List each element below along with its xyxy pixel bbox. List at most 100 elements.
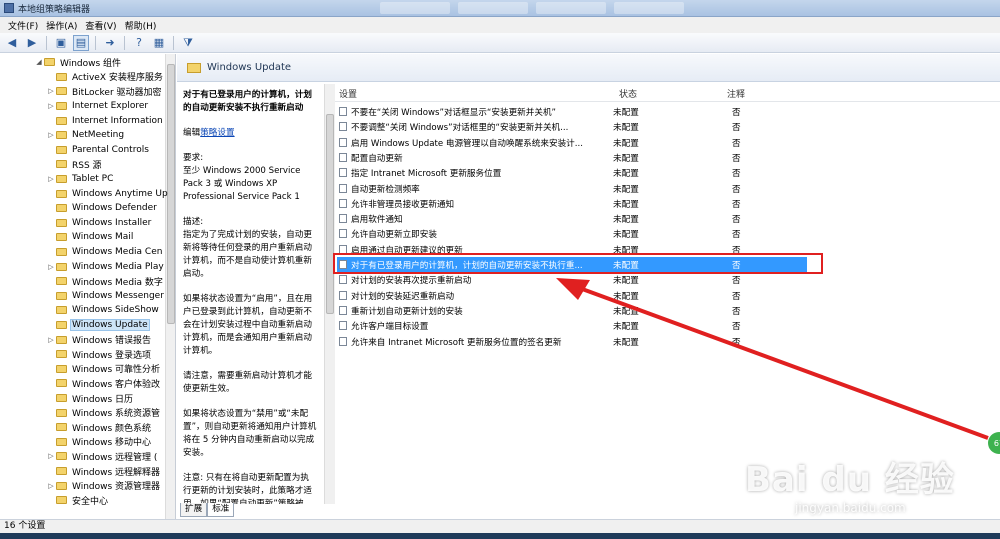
tree-item[interactable]: Windows SideShow (46, 303, 160, 318)
tree-item[interactable]: ActiveX 安装程序服务 (46, 70, 164, 85)
tree-item-label: 安全中心 (72, 496, 109, 507)
tree-item[interactable]: Windows 远程解释器 (46, 464, 161, 479)
edit-policy-link[interactable]: 策略设置 (200, 128, 234, 138)
tree-item[interactable]: ▷ Windows Media Play (46, 259, 165, 274)
tree-item[interactable]: Windows Installer (46, 216, 152, 231)
folder-icon (56, 72, 67, 81)
expander-icon[interactable]: ▷ (46, 131, 56, 139)
setting-row[interactable]: 对计划的安装延迟重新启动 未配置 否 (335, 288, 1000, 303)
expander-icon[interactable]: ▷ (46, 336, 56, 344)
setting-row[interactable]: 允许自动更新立即安装 未配置 否 (335, 226, 1000, 241)
tree-item[interactable]: Windows Update (46, 318, 150, 333)
tree-item[interactable]: ▷ Tablet PC (46, 172, 114, 187)
setting-name: 允许客户端目标设置 (351, 322, 429, 333)
setting-row[interactable]: 允许客户端目标设置 未配置 否 (335, 318, 1000, 333)
filter-icon[interactable]: ⧩ (180, 35, 196, 51)
tree-item[interactable]: ▷ NetMeeting (46, 128, 125, 143)
tree-item[interactable]: Windows Media Cen (46, 245, 163, 260)
tree-item-label: Windows 远程管理 ( (72, 452, 158, 463)
expander-icon[interactable]: ◢ (34, 58, 44, 66)
tree-item[interactable]: ▷ BitLocker 驱动器加密 (46, 84, 163, 99)
expander-icon[interactable]: ▷ (46, 452, 56, 460)
menu-view[interactable]: 查看(V) (81, 19, 120, 32)
folder-icon (56, 364, 67, 373)
setting-row[interactable]: 允许非管理员接收更新通知 未配置 否 (335, 196, 1000, 211)
folder-icon (56, 262, 67, 271)
tree-item[interactable]: Windows Anytime Up (46, 186, 169, 201)
tree-item[interactable]: RSS 源 (46, 157, 103, 172)
tree-item[interactable]: ▷ Windows 远程管理 ( (46, 449, 158, 464)
tab-standard[interactable]: 标准 (207, 503, 235, 517)
tree-item-label: Parental Controls (72, 144, 149, 155)
show-tree-icon[interactable]: ▤ (73, 34, 89, 51)
setting-note: 否 (732, 138, 741, 149)
tree-item[interactable]: Windows 登录选项 (46, 347, 152, 362)
tree-item[interactable]: ▷ Windows 错误报告 (46, 332, 152, 347)
setting-state: 未配置 (613, 169, 639, 180)
tree-item[interactable]: Windows 日历 (46, 391, 134, 406)
tree-item[interactable]: Windows Messenger (46, 289, 165, 304)
tree-item[interactable]: Windows 可靠性分析 (46, 362, 161, 377)
column-state[interactable]: 状态 (619, 87, 637, 100)
title-bar: 本地组策略编辑器 (0, 0, 1000, 17)
expander-icon[interactable]: ▷ (46, 175, 56, 183)
setting-row[interactable]: 指定 Intranet Microsoft 更新服务位置 未配置 否 (335, 165, 1000, 180)
setting-row[interactable]: 允许来自 Intranet Microsoft 更新服务位置的签名更新 未配置 否 (335, 334, 1000, 349)
column-setting[interactable]: 设置 (339, 87, 357, 100)
tree-item[interactable]: Windows Mail (46, 230, 134, 245)
menu-action[interactable]: 操作(A) (42, 19, 81, 32)
setting-row[interactable]: 启用 Windows Update 电源管理以自动唤醒系统来安装计... 未配置 否 (335, 135, 1000, 150)
export-list-icon[interactable]: ➜ (102, 35, 118, 51)
tree-scrollbar[interactable] (165, 54, 175, 519)
forward-arrow-icon[interactable]: ▶ (24, 35, 40, 51)
tree-item[interactable]: Windows 客户体验改 (46, 376, 161, 391)
setting-name: 对计划的安装延迟重新启动 (351, 291, 455, 302)
tab-extended[interactable]: 扩展 (180, 503, 208, 517)
setting-note: 否 (732, 291, 741, 302)
background-tabs (380, 2, 684, 14)
tree-item-label: RSS 源 (72, 160, 102, 171)
setting-row[interactable]: 启用软件通知 未配置 否 (335, 211, 1000, 226)
highlight-box (333, 253, 823, 274)
tree-item-label: Windows Mail (72, 232, 134, 243)
setting-state: 未配置 (613, 230, 639, 241)
tree-item[interactable]: Windows 系统资源管 (46, 405, 161, 420)
expander-icon[interactable]: ▷ (46, 263, 56, 271)
setting-row[interactable]: 不要在“关闭 Windows”对话框显示“安装更新并关机” 未配置 否 (335, 104, 1000, 119)
expander-icon[interactable]: ▷ (46, 482, 56, 490)
tree-item-label: Windows Media 数字 (72, 277, 163, 288)
tree-item[interactable]: Windows Defender (46, 201, 158, 216)
menu-file[interactable]: 文件(F) (4, 19, 42, 32)
expander-icon[interactable]: ▷ (46, 87, 56, 95)
toolbar: ◀ ▶ ▣ ▤ ➜ ? ▦ ⧩ (0, 33, 1000, 53)
help-icon[interactable]: ? (131, 35, 147, 51)
properties-icon[interactable]: ▦ (151, 35, 167, 51)
tree-item[interactable]: Windows 颜色系统 (46, 420, 152, 435)
tree-item[interactable]: ▷ Windows 资源管理器 (46, 478, 161, 493)
tree-item[interactable]: Windows 移动中心 (46, 435, 152, 450)
setting-row[interactable]: 重新计划自动更新计划的安装 未配置 否 (335, 303, 1000, 318)
setting-note: 否 (732, 322, 741, 333)
setting-row[interactable]: 配置自动更新 未配置 否 (335, 150, 1000, 165)
description-panel: 对于有已登录用户的计算机，计划的自动更新安装不执行重新启动 编辑策略设置 要求:… (177, 84, 323, 504)
menu-help[interactable]: 帮助(H) (121, 19, 161, 32)
folder-icon (56, 102, 67, 111)
tree-item[interactable]: 安全中心 (46, 493, 109, 508)
setting-row[interactable]: 不要调整“关闭 Windows”对话框里的“安装更新并关机... 未配置 否 (335, 119, 1000, 134)
tree-item[interactable]: Windows Media 数字 (46, 274, 164, 289)
tree-item[interactable]: ▷ Internet Explorer (46, 99, 149, 114)
setting-row[interactable]: 自动更新检测频率 未配置 否 (335, 181, 1000, 196)
setting-state: 未配置 (613, 123, 639, 134)
policy-icon (339, 183, 347, 193)
column-note[interactable]: 注释 (727, 87, 745, 100)
back-arrow-icon[interactable]: ◀ (4, 35, 20, 51)
expander-icon[interactable]: ▷ (46, 102, 56, 110)
tree-item[interactable]: Parental Controls (46, 143, 150, 158)
tree-item-label: Windows 登录选项 (72, 350, 152, 361)
description-scrollbar[interactable] (324, 84, 335, 504)
setting-row[interactable]: 对计划的安装再次提示重新启动 未配置 否 (335, 272, 1000, 287)
tree-item[interactable]: ◢ Windows 组件 (34, 55, 122, 70)
up-folder-icon[interactable]: ▣ (53, 35, 69, 51)
tree-item[interactable]: Internet Information (46, 113, 164, 128)
folder-icon (56, 233, 67, 242)
